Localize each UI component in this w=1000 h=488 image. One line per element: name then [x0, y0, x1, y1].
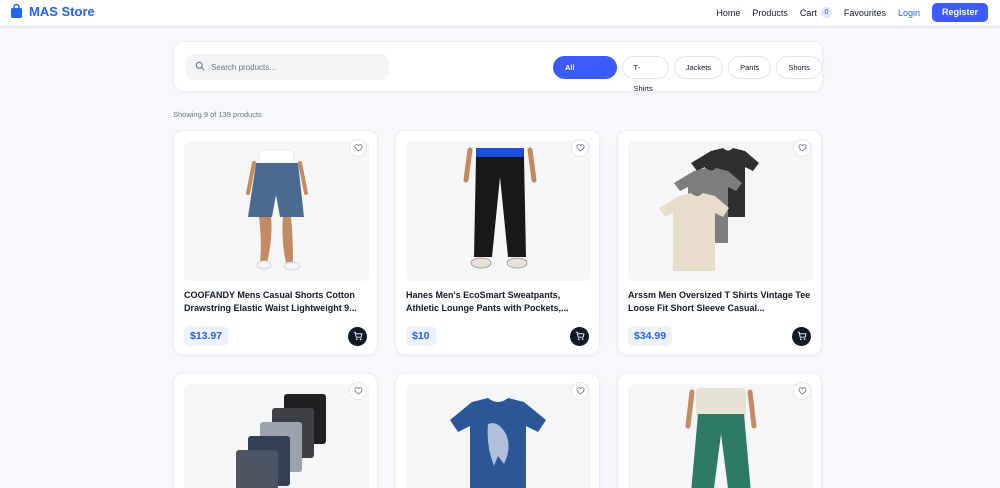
- heart-icon: [354, 382, 363, 400]
- favourite-button[interactable]: [571, 382, 589, 400]
- product-image: [406, 384, 591, 488]
- product-card[interactable]: [617, 373, 822, 488]
- cart-icon: [575, 328, 585, 346]
- heart-icon: [576, 139, 585, 157]
- category-shorts[interactable]: Shorts: [776, 56, 822, 79]
- product-title[interactable]: COOFANDY Mens Casual Shorts Cotton Draws…: [184, 289, 372, 315]
- cart-icon: [353, 328, 363, 346]
- product-card[interactable]: [395, 373, 600, 488]
- heart-icon: [798, 382, 807, 400]
- nav-cart-label: Cart: [799, 7, 817, 18]
- category-pants[interactable]: Pants: [728, 56, 772, 79]
- top-navbar: MAS Store Home Products Cart 0 Favourite…: [0, 0, 1000, 27]
- nav-favourites-link[interactable]: Favourites: [844, 8, 886, 18]
- nav-home-link[interactable]: Home: [716, 8, 740, 18]
- product-card[interactable]: Hanes Men's EcoSmart Sweatpants, Athleti…: [395, 130, 600, 355]
- search-input[interactable]: [211, 62, 381, 72]
- main-nav: Home Products Cart 0 Favourites Login Re…: [704, 3, 988, 22]
- search-icon: [195, 58, 205, 76]
- add-to-cart-button[interactable]: [348, 327, 367, 346]
- filter-bar: All Products T-Shirts Jackets Pants Shor…: [173, 41, 823, 93]
- product-image: [406, 141, 591, 281]
- results-count: Showing 9 of 139 products: [173, 110, 262, 119]
- brand-name: MAS Store: [29, 4, 95, 19]
- heart-icon: [798, 139, 807, 157]
- product-title[interactable]: Hanes Men's EcoSmart Sweatpants, Athleti…: [406, 289, 594, 315]
- favourite-button[interactable]: [793, 139, 811, 157]
- category-all-products[interactable]: All Products: [553, 56, 617, 93]
- product-card[interactable]: COOFANDY Mens Casual Shorts Cotton Draws…: [173, 130, 378, 355]
- add-to-cart-button[interactable]: [570, 327, 589, 346]
- brand-logo[interactable]: MAS Store: [10, 3, 95, 19]
- nav-products-link[interactable]: Products: [752, 8, 788, 18]
- register-button[interactable]: Register: [931, 3, 988, 22]
- favourite-button[interactable]: [571, 139, 589, 157]
- product-price: $10: [406, 326, 436, 346]
- product-image: [628, 141, 813, 281]
- category-filters: All Products T-Shirts Jackets Pants Shor…: [553, 56, 822, 93]
- product-price: $13.97: [184, 326, 229, 346]
- product-image: [184, 384, 369, 488]
- favourite-button[interactable]: [793, 382, 811, 400]
- heart-icon: [354, 139, 363, 157]
- product-title[interactable]: Arssm Men Oversized T Shirts Vintage Tee…: [628, 289, 816, 315]
- heart-icon: [576, 382, 585, 400]
- cart-icon: [797, 328, 807, 346]
- favourite-button[interactable]: [349, 139, 367, 157]
- shopping-bag-icon: [10, 3, 23, 19]
- product-image: [628, 384, 813, 488]
- product-card[interactable]: [173, 373, 378, 488]
- add-to-cart-button[interactable]: [792, 327, 811, 346]
- product-price: $34.99: [628, 326, 673, 346]
- favourite-button[interactable]: [349, 382, 367, 400]
- product-image: [184, 141, 369, 281]
- cart-count-badge: 0: [820, 7, 832, 18]
- category-jackets[interactable]: Jackets: [673, 56, 724, 79]
- nav-login-link[interactable]: Login: [898, 8, 920, 18]
- product-card[interactable]: Arssm Men Oversized T Shirts Vintage Tee…: [617, 130, 822, 355]
- category-t-shirts[interactable]: T-Shirts: [621, 56, 669, 93]
- search-box: [186, 54, 389, 80]
- nav-cart-link[interactable]: Cart 0: [800, 7, 832, 18]
